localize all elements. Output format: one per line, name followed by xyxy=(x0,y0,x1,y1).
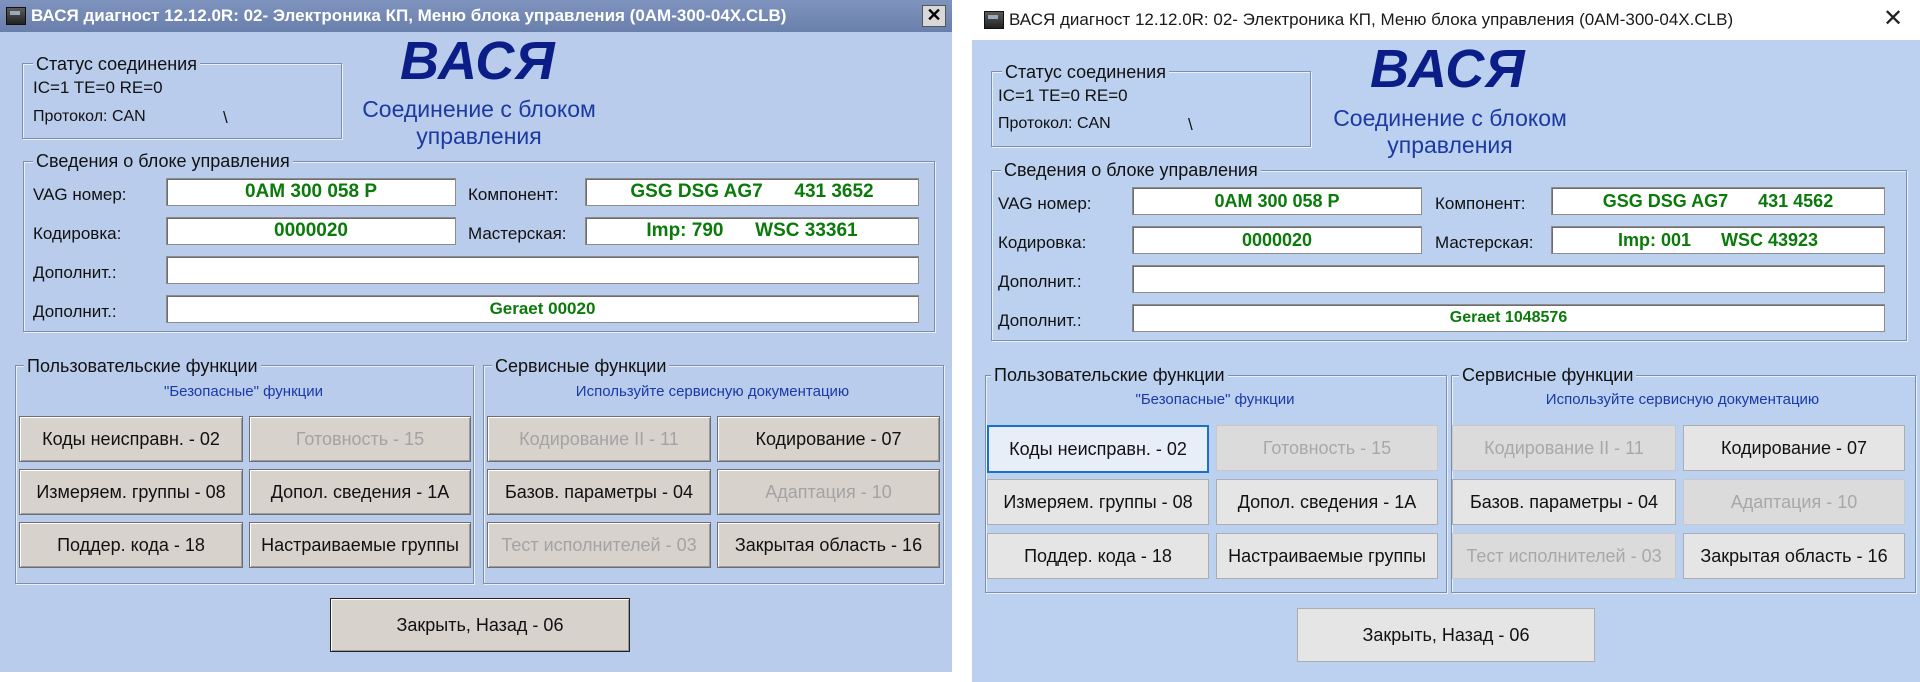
extra-info-button[interactable]: Допол. сведения - 1А xyxy=(249,469,471,515)
fault-codes-button[interactable]: Коды неисправн. - 02 xyxy=(987,425,1209,473)
measuring-groups-button[interactable]: Измеряем. группы - 08 xyxy=(19,469,243,515)
extra-info-label-1: Дополнит.: xyxy=(33,263,117,282)
vag-number-label: VAG номер: xyxy=(33,185,127,204)
title-bar[interactable]: ВАСЯ диагност 12.12.0R: 02- Электроника … xyxy=(0,0,952,32)
extra-info-field-2: Geraet 00020 xyxy=(166,295,919,323)
security-access-button[interactable]: Закрытая область - 16 xyxy=(1683,533,1905,579)
user-functions-label: Пользовательские функции xyxy=(24,356,261,377)
extra-info-field-1 xyxy=(166,256,919,284)
activity-spinner-icon: \ xyxy=(223,108,228,127)
connection-heading-line1: Соединение с блоком xyxy=(1333,105,1567,131)
close-back-button[interactable]: Закрыть, Назад - 06 xyxy=(1297,608,1595,662)
close-icon[interactable]: ✕ xyxy=(1880,6,1906,32)
code-support-button[interactable]: Поддер. кода - 18 xyxy=(987,533,1209,579)
connection-heading-line2: управления xyxy=(416,123,542,149)
output-tests-button[interactable]: Тест исполнителей - 03 xyxy=(1452,533,1676,579)
app-icon xyxy=(984,11,1004,29)
user-functions-subtitle: "Безопасные" функции xyxy=(164,383,323,400)
workshop-label: Мастерская: xyxy=(468,224,567,243)
connection-heading: Соединение с блоком управления xyxy=(1323,105,1577,159)
custom-groups-button[interactable]: Настраиваемые группы xyxy=(1216,533,1438,579)
vasya-window-modern: ВАСЯ диагност 12.12.0R: 02- Электроника … xyxy=(972,0,1920,682)
component-label: Компонент: xyxy=(1435,194,1526,213)
control-unit-info-label: Сведения о блоке управления xyxy=(33,151,293,172)
readiness-button[interactable]: Готовность - 15 xyxy=(249,416,471,462)
coding-button[interactable]: Кодирование - 07 xyxy=(1683,425,1905,471)
coding-button[interactable]: Кодирование - 07 xyxy=(717,416,940,462)
coding-label: Кодировка: xyxy=(33,224,122,243)
protocol-text: Протокол: CAN xyxy=(998,115,1111,132)
basic-settings-button[interactable]: Базов. параметры - 04 xyxy=(1452,479,1676,525)
custom-groups-button[interactable]: Настраиваемые группы xyxy=(249,522,471,568)
coding-label: Кодировка: xyxy=(998,233,1087,252)
service-functions-label: Сервисные функции xyxy=(1459,365,1637,386)
extra-info-field-2: Geraet 1048576 xyxy=(1132,304,1885,332)
vag-number-field: 0AM 300 058 P xyxy=(166,178,456,206)
service-functions-subtitle: Используйте сервисную документацию xyxy=(1545,391,1820,408)
component-label: Компонент: xyxy=(468,185,559,204)
app-logo: ВАСЯ xyxy=(400,31,556,91)
status-counters: IC=1 TE=0 RE=0 xyxy=(998,86,1128,105)
coding-field: 0000020 xyxy=(166,217,456,245)
output-tests-button[interactable]: Тест исполнителей - 03 xyxy=(487,522,711,568)
component-field: GSG DSG AG7 431 3652 xyxy=(585,178,919,206)
basic-settings-button[interactable]: Базов. параметры - 04 xyxy=(487,469,711,515)
connection-heading: Соединение с блоком управления xyxy=(352,96,606,150)
coding-ii-button[interactable]: Кодирование II - 11 xyxy=(1452,425,1676,471)
code-support-button[interactable]: Поддер. кода - 18 xyxy=(19,522,243,568)
component-field: GSG DSG AG7 431 4562 xyxy=(1551,187,1885,215)
fault-codes-button[interactable]: Коды неисправн. - 02 xyxy=(19,416,243,462)
service-functions-subtitle: Используйте сервисную документацию xyxy=(575,383,850,400)
window-title: ВАСЯ диагност 12.12.0R: 02- Электроника … xyxy=(31,6,787,25)
protocol-text: Протокол: CAN xyxy=(33,108,146,125)
vag-number-field: 0AM 300 058 P xyxy=(1132,187,1422,215)
coding-field: 0000020 xyxy=(1132,226,1422,254)
control-unit-info-label: Сведения о блоке управления xyxy=(1001,160,1261,181)
coding-ii-button[interactable]: Кодирование II - 11 xyxy=(487,416,711,462)
status-counters: IC=1 TE=0 RE=0 xyxy=(33,78,163,97)
workshop-field: Imp: 790 WSC 33361 xyxy=(585,217,919,245)
extra-info-field-1 xyxy=(1132,265,1885,293)
adaptation-button[interactable]: Адаптация - 10 xyxy=(1683,479,1905,525)
close-icon[interactable]: ✕ xyxy=(922,5,946,27)
vasya-window-classic: ВАСЯ диагност 12.12.0R: 02- Электроника … xyxy=(0,0,952,672)
adaptation-button[interactable]: Адаптация - 10 xyxy=(717,469,940,515)
activity-spinner-icon: \ xyxy=(1188,115,1193,134)
service-functions-label: Сервисные функции xyxy=(492,356,670,377)
user-functions-subtitle: "Безопасные" функции xyxy=(1135,391,1295,408)
workshop-field: Imp: 001 WSC 43923 xyxy=(1551,226,1885,254)
readiness-button[interactable]: Готовность - 15 xyxy=(1216,425,1438,471)
extra-info-label-2: Дополнит.: xyxy=(998,311,1082,330)
app-logo: ВАСЯ xyxy=(1370,39,1526,99)
extra-info-button[interactable]: Допол. сведения - 1А xyxy=(1216,479,1438,525)
security-access-button[interactable]: Закрытая область - 16 xyxy=(717,522,940,568)
extra-info-label-1: Дополнит.: xyxy=(998,272,1082,291)
close-back-button[interactable]: Закрыть, Назад - 06 xyxy=(330,598,630,652)
connection-status-label: Статус соединения xyxy=(33,54,200,75)
connection-heading-line2: управления xyxy=(1387,132,1513,158)
connection-heading-line1: Соединение с блоком xyxy=(362,96,596,122)
connection-status-label: Статус соединения xyxy=(1002,62,1169,83)
user-functions-label: Пользовательские функции xyxy=(991,365,1228,386)
extra-info-label-2: Дополнит.: xyxy=(33,302,117,321)
window-title: ВАСЯ диагност 12.12.0R: 02- Электроника … xyxy=(1009,10,1734,29)
vag-number-label: VAG номер: xyxy=(998,194,1092,213)
app-icon xyxy=(6,7,26,25)
title-bar[interactable]: ВАСЯ диагност 12.12.0R: 02- Электроника … xyxy=(972,0,1920,40)
workshop-label: Мастерская: xyxy=(1435,233,1534,252)
measuring-groups-button[interactable]: Измеряем. группы - 08 xyxy=(987,479,1209,525)
